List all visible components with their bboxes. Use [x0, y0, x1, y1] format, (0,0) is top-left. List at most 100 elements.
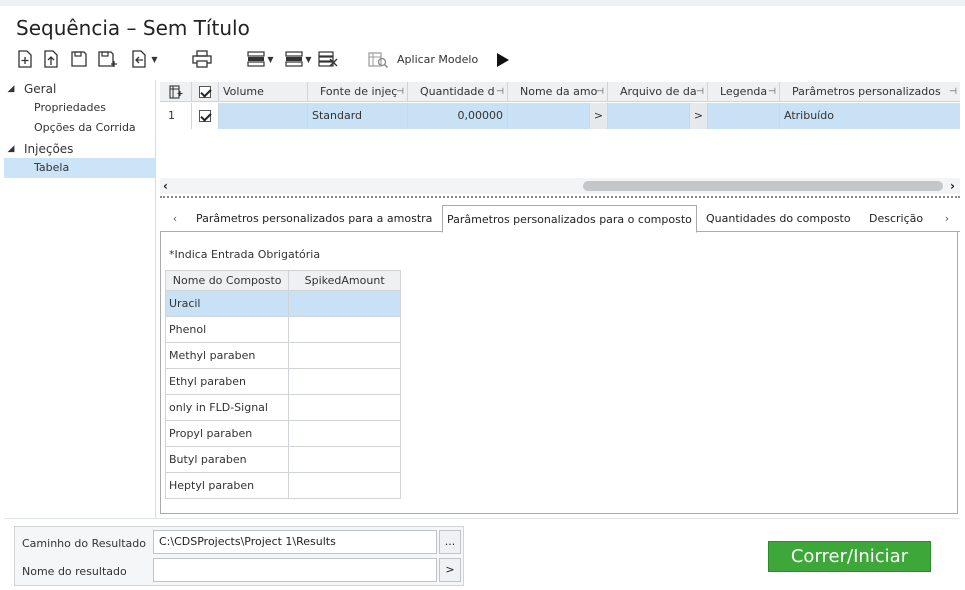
- table-row[interactable]: only in FLD-Signal: [164, 394, 401, 421]
- sample-name-browse-button[interactable]: >: [590, 103, 608, 129]
- save-icon: [71, 51, 87, 67]
- tab-sample-custom-params[interactable]: Parâmetros personalizados para a amostra: [192, 205, 436, 232]
- custom-params-cell[interactable]: Atribuído: [780, 103, 960, 129]
- save-as-button[interactable]: [96, 48, 120, 70]
- compound-name-cell: Propyl paraben: [164, 420, 290, 447]
- compound-name-cell: only in FLD-Signal: [164, 394, 290, 421]
- spiked-amount-cell[interactable]: [288, 368, 401, 395]
- apply-model-label[interactable]: Aplicar Modelo: [397, 53, 478, 66]
- spiked-amount-cell[interactable]: [288, 394, 401, 421]
- nav-item-table[interactable]: Tabela: [4, 158, 155, 178]
- nav-group-label: Geral: [24, 82, 57, 96]
- tab-compound-custom-params[interactable]: Parâmetros personalizados para o compost…: [442, 205, 697, 233]
- insert-row-button[interactable]: ▼: [242, 48, 278, 70]
- column-header-compound-name[interactable]: Nome do Composto: [164, 270, 290, 291]
- table-row[interactable]: Ethyl paraben: [164, 368, 401, 395]
- delete-row-button[interactable]: ▼: [280, 48, 316, 70]
- apply-model-button[interactable]: [366, 48, 390, 70]
- tab-description[interactable]: Descrição: [865, 205, 927, 232]
- column-header-label: Legenda: [720, 85, 768, 98]
- export-icon: [132, 50, 147, 68]
- pin-icon[interactable]: ⊣: [949, 82, 957, 102]
- print-button[interactable]: [190, 48, 214, 70]
- source-cell[interactable]: Standard: [308, 103, 408, 129]
- save-button[interactable]: [68, 48, 90, 70]
- tab-compound-quantities[interactable]: Quantidades do composto: [702, 205, 855, 232]
- column-header-label: Parâmetros personalizados: [792, 85, 941, 98]
- compound-name-cell: Ethyl paraben: [164, 368, 290, 395]
- table-row[interactable]: 1 Standard 0,00000 > > Atribuído: [160, 103, 960, 129]
- spiked-amount-cell[interactable]: [288, 446, 401, 473]
- table-row[interactable]: Methyl paraben: [164, 342, 401, 369]
- panel-splitter[interactable]: [160, 196, 960, 200]
- column-header-custom-params[interactable]: Parâmetros personalizados ⊣: [780, 82, 960, 102]
- column-header-spiked-amount[interactable]: SpikedAmount: [288, 270, 401, 291]
- result-name-label: Nome do resultado: [22, 565, 127, 578]
- collapse-triangle-icon[interactable]: ◢: [4, 84, 18, 94]
- nav-group-general[interactable]: ◢ Geral: [4, 80, 155, 98]
- run-button[interactable]: Correr/Iniciar: [768, 541, 931, 572]
- table-row[interactable]: Butyl paraben: [164, 446, 401, 473]
- table-row[interactable]: Heptyl paraben: [164, 472, 401, 499]
- spiked-amount-cell[interactable]: [288, 290, 401, 317]
- select-all-checkbox[interactable]: [199, 86, 211, 98]
- clear-table-button[interactable]: [316, 48, 340, 70]
- export-button[interactable]: ▼: [126, 48, 162, 70]
- column-header-quantity[interactable]: Quantidade d ⊣: [408, 82, 508, 102]
- table-row[interactable]: Phenol: [164, 316, 401, 343]
- column-header-source[interactable]: Fonte de injeç ⊣: [308, 82, 408, 102]
- sample-name-cell[interactable]: [508, 103, 590, 129]
- result-name-input[interactable]: [153, 558, 437, 582]
- bottom-divider: [4, 518, 960, 519]
- pin-icon[interactable]: ⊣: [696, 82, 704, 102]
- open-button[interactable]: [40, 48, 62, 70]
- header-select-all[interactable]: [192, 82, 219, 102]
- spiked-amount-cell[interactable]: [288, 472, 401, 499]
- apply-model-icon: [368, 52, 389, 69]
- result-path-label: Caminho do Resultado: [22, 537, 147, 550]
- data-file-cell[interactable]: [608, 103, 690, 129]
- scroll-left-icon[interactable]: ‹: [163, 178, 168, 194]
- pin-icon[interactable]: ⊣: [396, 82, 404, 102]
- tab-prev-button[interactable]: ‹: [166, 208, 184, 230]
- column-header-sample-name[interactable]: Nome da amo ⊣: [508, 82, 608, 102]
- column-header-label: Quantidade d: [420, 85, 495, 98]
- scroll-thumb[interactable]: [583, 181, 943, 191]
- delete-row-icon: [285, 51, 304, 67]
- column-header-volume[interactable]: Volume: [219, 82, 308, 102]
- pin-icon[interactable]: ⊣: [496, 82, 504, 102]
- nav-item-run-options[interactable]: Opções da Corrida: [4, 118, 155, 138]
- table-row[interactable]: Propyl paraben: [164, 420, 401, 447]
- pin-icon[interactable]: ⊣: [596, 82, 604, 102]
- horizontal-scrollbar[interactable]: ‹ ›: [160, 178, 960, 194]
- play-icon: [497, 53, 509, 67]
- new-button[interactable]: [14, 48, 36, 70]
- insert-row-icon: [247, 51, 266, 67]
- column-chooser-button[interactable]: [160, 82, 192, 102]
- column-header-data-file[interactable]: Arquivo de da ⊣: [608, 82, 708, 102]
- spiked-amount-cell[interactable]: [288, 342, 401, 369]
- spiked-amount-cell[interactable]: [288, 420, 401, 447]
- data-file-browse-button[interactable]: >: [690, 103, 708, 129]
- result-path-browse-button[interactable]: ...: [439, 530, 461, 554]
- quantity-cell[interactable]: 0,00000: [408, 103, 508, 129]
- upload-icon: [44, 50, 58, 68]
- pin-icon[interactable]: ⊣: [768, 82, 776, 102]
- volume-cell[interactable]: [219, 103, 308, 129]
- scroll-right-icon[interactable]: ›: [950, 178, 955, 194]
- row-checkbox-cell[interactable]: [192, 103, 219, 129]
- collapse-triangle-icon[interactable]: ◢: [4, 144, 18, 154]
- result-path-input[interactable]: C:\CDSProjects\Project 1\Results: [153, 530, 437, 554]
- nav-group-injections[interactable]: ◢ Injeções: [4, 140, 155, 158]
- column-header-legend[interactable]: Legenda ⊣: [708, 82, 780, 102]
- compound-name-cell: Methyl paraben: [164, 342, 290, 369]
- table-row[interactable]: Uracil: [164, 290, 401, 317]
- row-checkbox[interactable]: [199, 110, 211, 122]
- result-name-button[interactable]: >: [439, 558, 461, 582]
- nav-item-properties[interactable]: Propriedades: [4, 98, 155, 118]
- play-button[interactable]: [494, 49, 512, 71]
- spiked-amount-cell[interactable]: [288, 316, 401, 343]
- column-header-label: Arquivo de da: [620, 85, 697, 98]
- tab-next-button[interactable]: ›: [938, 208, 956, 230]
- legend-cell[interactable]: [708, 103, 780, 129]
